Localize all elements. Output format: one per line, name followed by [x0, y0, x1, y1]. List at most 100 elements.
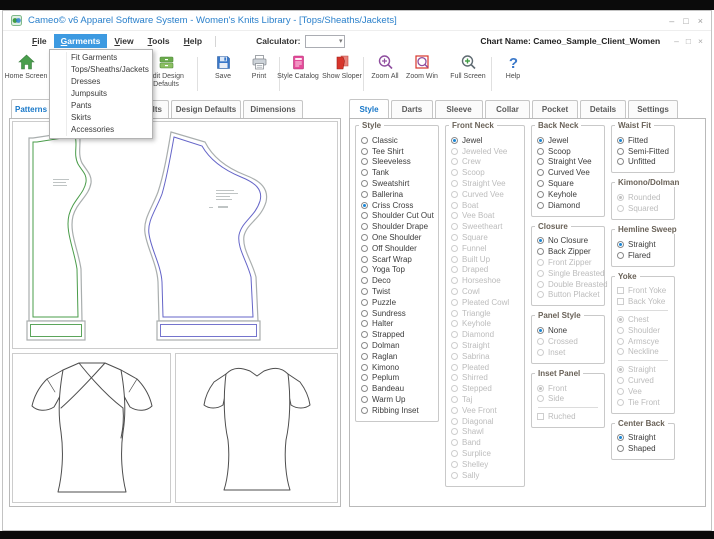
group-title: Front Neck	[449, 121, 497, 130]
option-label: Dolman	[372, 341, 400, 351]
radio-diamond[interactable]: Diamond	[537, 200, 601, 211]
radio-square[interactable]: Square	[537, 178, 601, 189]
radio-straight-vee[interactable]: Straight Vee	[537, 157, 601, 168]
radio-straight[interactable]: Straight	[617, 433, 671, 444]
radio-kimono[interactable]: Kimono	[361, 362, 435, 373]
menu-garments[interactable]: Garments	[53, 34, 108, 48]
calculator-dropdown[interactable]: ▾	[305, 34, 346, 48]
radio-curved-vee[interactable]: Curved Vee	[537, 167, 601, 178]
screenshot-stage: Cameo© v6 Apparel Software System - Wome…	[0, 0, 714, 539]
tab-pocket[interactable]: Pocket	[532, 100, 578, 118]
menu-help[interactable]: Help	[177, 34, 209, 48]
child-close-button[interactable]: ×	[698, 36, 703, 46]
tab-dimensions[interactable]: Dimensions	[243, 100, 303, 118]
radio-unfitted[interactable]: Unfitted	[617, 157, 671, 168]
radio-none[interactable]: None	[537, 325, 601, 336]
child-minimize-button[interactable]: –	[674, 36, 679, 46]
tab-style[interactable]: Style	[349, 99, 389, 118]
radio-yoga-top[interactable]: Yoga Top	[361, 265, 435, 276]
radio-sleeveless[interactable]: Sleeveless	[361, 157, 435, 168]
radio-shoulder-cut-out[interactable]: Shoulder Cut Out	[361, 211, 435, 222]
pattern-canvas[interactable]	[12, 121, 338, 349]
radio-sweatshirt[interactable]: Sweatshirt	[361, 178, 435, 189]
radio-shawl: Shawl	[451, 427, 521, 438]
radio-bandeau[interactable]: Bandeau	[361, 383, 435, 394]
zoom-win-button[interactable]: Zoom Win	[399, 53, 445, 81]
radio-one-shoulder[interactable]: One Shoulder	[361, 232, 435, 243]
option-label: Vee Boat	[462, 211, 495, 221]
radio-shoulder-drape[interactable]: Shoulder Drape	[361, 221, 435, 232]
radio-ballerina[interactable]: Ballerina	[361, 189, 435, 200]
tab-sleeve[interactable]: Sleeve	[435, 100, 483, 118]
radio-icon	[537, 384, 544, 392]
radio-dolman[interactable]: Dolman	[361, 340, 435, 351]
radio-fitted[interactable]: Fitted	[617, 135, 671, 146]
menu-item-dresses[interactable]: Dresses	[50, 76, 152, 88]
radio-jewel[interactable]: Jewel	[451, 135, 521, 146]
style-catalog-button[interactable]: Style Catalog	[275, 53, 321, 81]
radio-sundress[interactable]: Sundress	[361, 308, 435, 319]
radio-ribbing-inset[interactable]: Ribbing Inset	[361, 405, 435, 416]
close-button[interactable]: ×	[698, 16, 703, 26]
menu-item-jumpsuits[interactable]: Jumpsuits	[50, 88, 152, 100]
radio-off-shoulder[interactable]: Off Shoulder	[361, 243, 435, 254]
radio-raglan[interactable]: Raglan	[361, 351, 435, 362]
tab-settings[interactable]: Settings	[628, 100, 678, 118]
minimize-button[interactable]: –	[669, 16, 674, 26]
radio-icon	[451, 396, 458, 404]
window-controls: – □ ×	[669, 16, 703, 26]
group-closure: Closure No Closure Back Zipper Front Zipper…	[531, 221, 608, 307]
maximize-button[interactable]: □	[683, 16, 688, 26]
radio-classic[interactable]: Classic	[361, 135, 435, 146]
menu-item-accessories[interactable]: Accessories	[50, 124, 152, 136]
menu-item-fit-garments[interactable]: Fit Garments	[50, 52, 152, 64]
radio-semi-fitted[interactable]: Semi-Fitted	[617, 146, 671, 157]
tab-darts[interactable]: Darts	[391, 100, 433, 118]
option-label: Neckline	[628, 347, 659, 357]
radio-jewel[interactable]: Jewel	[537, 135, 601, 146]
radio-icon	[451, 342, 458, 350]
radio-icon	[617, 377, 624, 385]
menu-item-tops-sheaths-jackets[interactable]: Tops/Sheaths/Jackets	[50, 64, 152, 76]
radio-icon	[537, 237, 544, 245]
menu-item-pants[interactable]: Pants	[50, 100, 152, 112]
radio-criss-cross[interactable]: Criss Cross	[361, 200, 435, 211]
radio-tank[interactable]: Tank	[361, 167, 435, 178]
option-label: One Shoulder	[372, 233, 422, 243]
tab-patterns[interactable]: Patterns	[11, 99, 51, 118]
radio-tee-shirt[interactable]: Tee Shirt	[361, 146, 435, 157]
radio-deco[interactable]: Deco	[361, 275, 435, 286]
radio-strapped[interactable]: Strapped	[361, 329, 435, 340]
radio-straight: Straight	[451, 340, 521, 351]
checkbox-front-yoke: Front Yoke	[617, 286, 671, 297]
radio-back-zipper[interactable]: Back Zipper	[537, 246, 601, 257]
radio-peplum[interactable]: Peplum	[361, 373, 435, 384]
help-button[interactable]: ? Help	[490, 53, 536, 81]
menu-item-skirts[interactable]: Skirts	[50, 112, 152, 124]
show-sloper-button[interactable]: Show Sloper	[319, 53, 365, 81]
radio-keyhole[interactable]: Keyhole	[537, 189, 601, 200]
radio-twist[interactable]: Twist	[361, 286, 435, 297]
tab-design-defaults[interactable]: Design Defaults	[171, 100, 241, 118]
tab-collar[interactable]: Collar	[485, 100, 530, 118]
radio-scoop[interactable]: Scoop	[537, 146, 601, 157]
menu-view[interactable]: View	[107, 34, 140, 48]
radio-puzzle[interactable]: Puzzle	[361, 297, 435, 308]
radio-shaped[interactable]: Shaped	[617, 443, 671, 454]
radio-straight[interactable]: Straight	[617, 239, 671, 250]
home-screen-button[interactable]: Home Screen	[3, 53, 49, 81]
pattern-piece-back[interactable]	[26, 130, 92, 341]
radio-flared[interactable]: Flared	[617, 250, 671, 261]
radio-no-closure[interactable]: No Closure	[537, 236, 601, 247]
full-screen-button[interactable]: Full Screen	[445, 53, 491, 81]
child-restore-button[interactable]: □	[686, 36, 691, 46]
radio-scarf-wrap[interactable]: Scarf Wrap	[361, 254, 435, 265]
pattern-piece-front[interactable]	[144, 131, 268, 341]
radio-halter[interactable]: Halter	[361, 319, 435, 330]
radio-crossed: Crossed	[537, 336, 601, 347]
menu-tools[interactable]: Tools	[141, 34, 177, 48]
radio-neckline: Neckline	[617, 347, 671, 358]
tab-details[interactable]: Details	[580, 100, 626, 118]
radio-warm-up[interactable]: Warm Up	[361, 394, 435, 405]
menu-file[interactable]: File	[25, 34, 54, 48]
